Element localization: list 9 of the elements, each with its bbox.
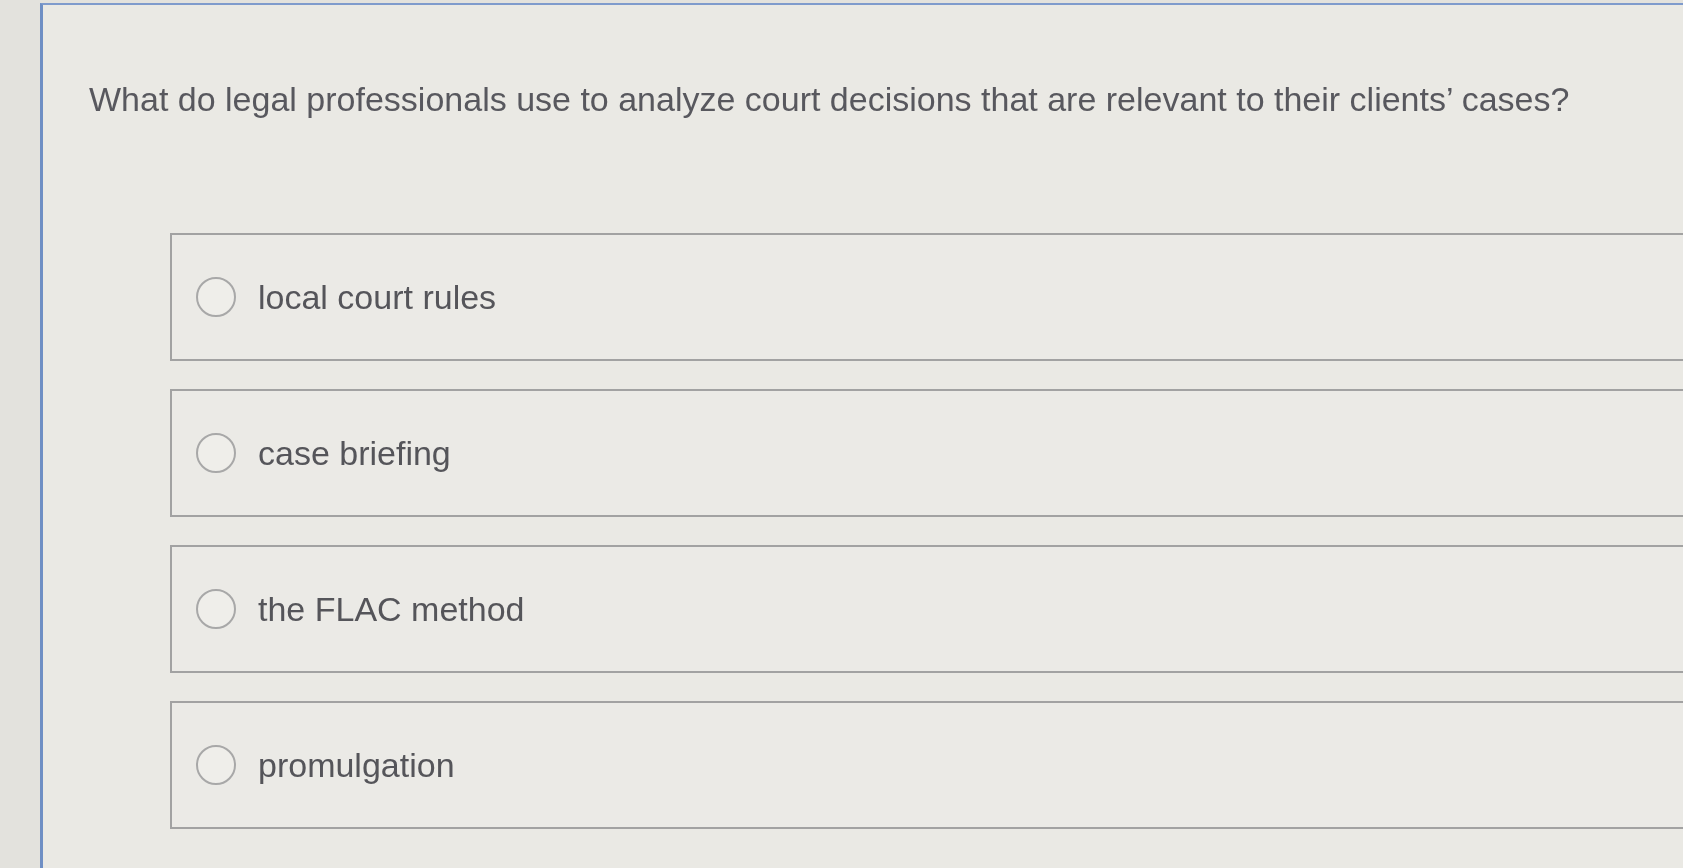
question-text: What do legal professionals use to analyze court decisions that are relevant to their clients’ cases?	[89, 79, 1571, 119]
answer-option[interactable]: the FLAC method	[170, 545, 1683, 673]
answer-option[interactable]: local court rules	[170, 233, 1683, 361]
radio-button[interactable]	[196, 277, 236, 317]
answer-option[interactable]: case briefing	[170, 389, 1683, 517]
answer-option[interactable]: promulgation	[170, 701, 1683, 829]
radio-button[interactable]	[196, 433, 236, 473]
radio-button[interactable]	[196, 745, 236, 785]
radio-button[interactable]	[196, 589, 236, 629]
